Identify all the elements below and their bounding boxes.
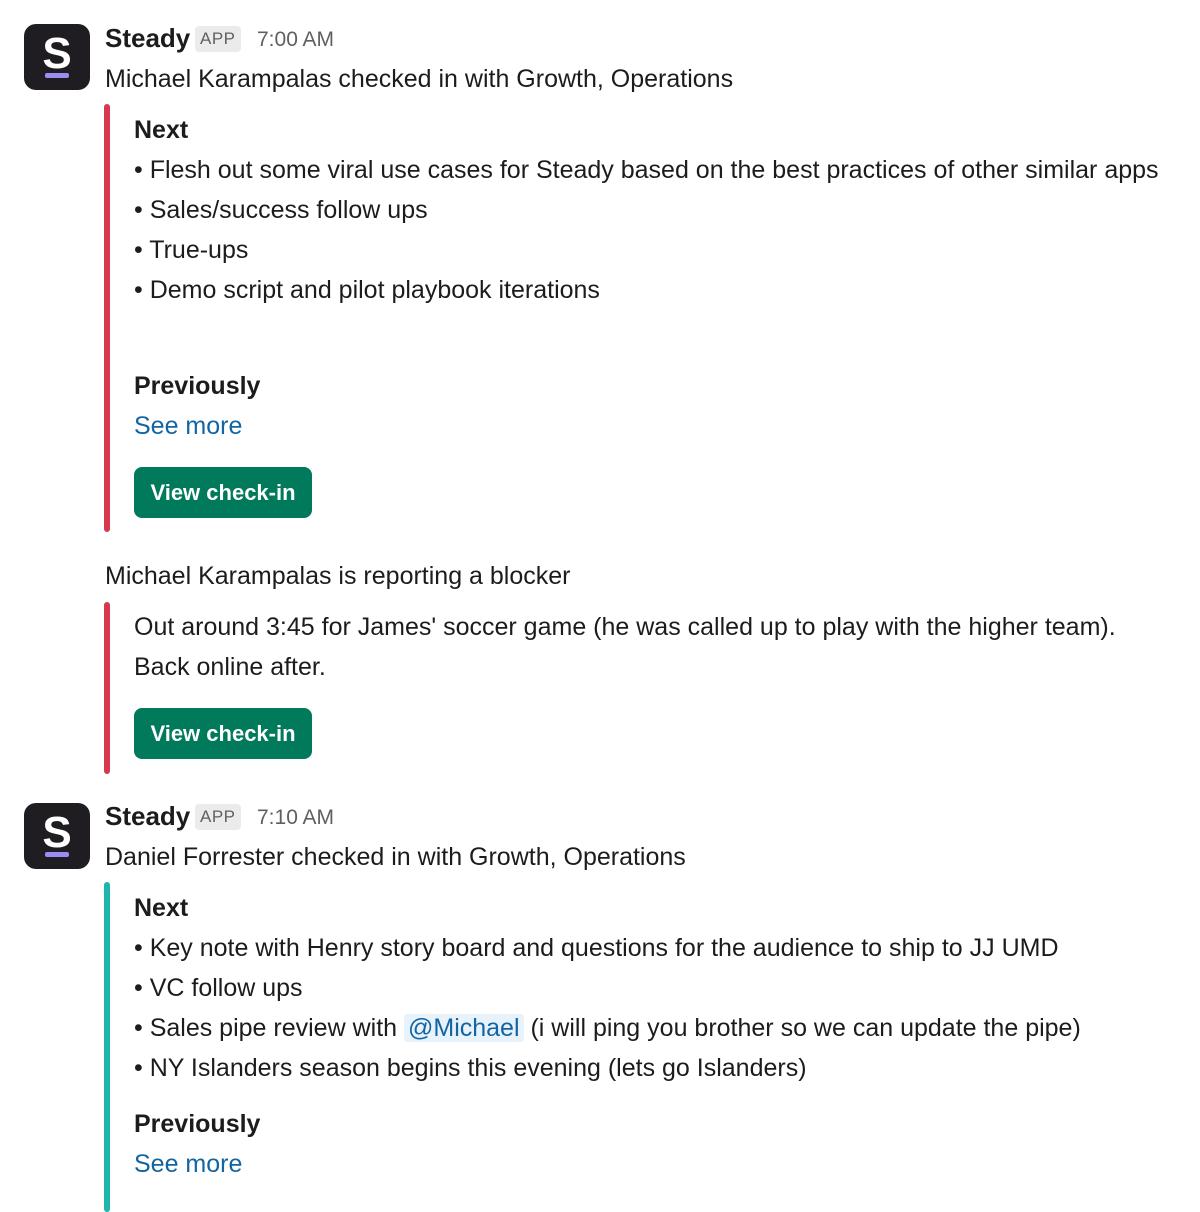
see-more-link[interactable]: See more	[134, 408, 242, 444]
steady-app-avatar[interactable]: S	[24, 24, 90, 90]
list-item: • Demo script and pilot playbook iterati…	[134, 276, 600, 304]
list-item: • Key note with Henry story board and qu…	[134, 934, 1059, 962]
list-item-text: (i will ping you brother so we can updat…	[523, 1014, 1081, 1042]
list-item: • VC follow ups	[134, 974, 303, 1002]
app-badge: APP	[195, 804, 241, 830]
message-timestamp[interactable]: 7:00 AM	[257, 24, 334, 56]
next-heading: Next	[134, 116, 189, 144]
view-checkin-button[interactable]: View check-in	[134, 708, 312, 759]
sender-name[interactable]: Steady	[105, 22, 190, 54]
user-mention-link[interactable]: @Michael	[403, 1014, 524, 1042]
next-list: • Flesh out some viral use cases for Ste…	[134, 150, 1184, 310]
app-badge: APP	[195, 26, 241, 52]
attachment-accent-bar	[104, 104, 110, 532]
list-item-text: • Sales pipe review with	[134, 1014, 404, 1042]
see-more-link[interactable]: See more	[134, 1146, 242, 1182]
blocker-intro: Michael Karampalas is reporting a blocke…	[105, 562, 571, 590]
list-item: • Flesh out some viral use cases for Ste…	[134, 156, 1159, 184]
message-timestamp[interactable]: 7:10 AM	[257, 802, 334, 834]
checkin-intro: Michael Karampalas checked in with Growt…	[105, 65, 734, 93]
list-item: • NY Islanders season begins this evenin…	[134, 1054, 807, 1082]
next-heading: Next	[134, 894, 189, 922]
attachment-accent-bar	[104, 882, 110, 1212]
list-item: • Sales/success follow ups	[134, 196, 428, 224]
steady-logo-underline	[45, 73, 69, 78]
blocker-text-line-1: Out around 3:45 for James' soccer game (…	[134, 613, 1116, 641]
steady-app-avatar[interactable]: S	[24, 803, 90, 869]
list-item: • True-ups	[134, 236, 249, 264]
list-item: • Sales pipe review with @Michael (i wil…	[134, 1008, 1184, 1048]
sender-name[interactable]: Steady	[105, 800, 190, 832]
blocker-text-line-2: Back online after.	[134, 653, 326, 681]
view-checkin-button[interactable]: View check-in	[134, 467, 312, 518]
previously-heading: Previously	[134, 372, 261, 400]
blocker-accent-bar	[104, 602, 110, 774]
steady-logo-underline	[45, 852, 69, 857]
checkin-intro: Daniel Forrester checked in with Growth,…	[105, 843, 686, 871]
previously-heading: Previously	[134, 1110, 261, 1138]
next-list: • Key note with Henry story board and qu…	[134, 928, 1184, 1088]
